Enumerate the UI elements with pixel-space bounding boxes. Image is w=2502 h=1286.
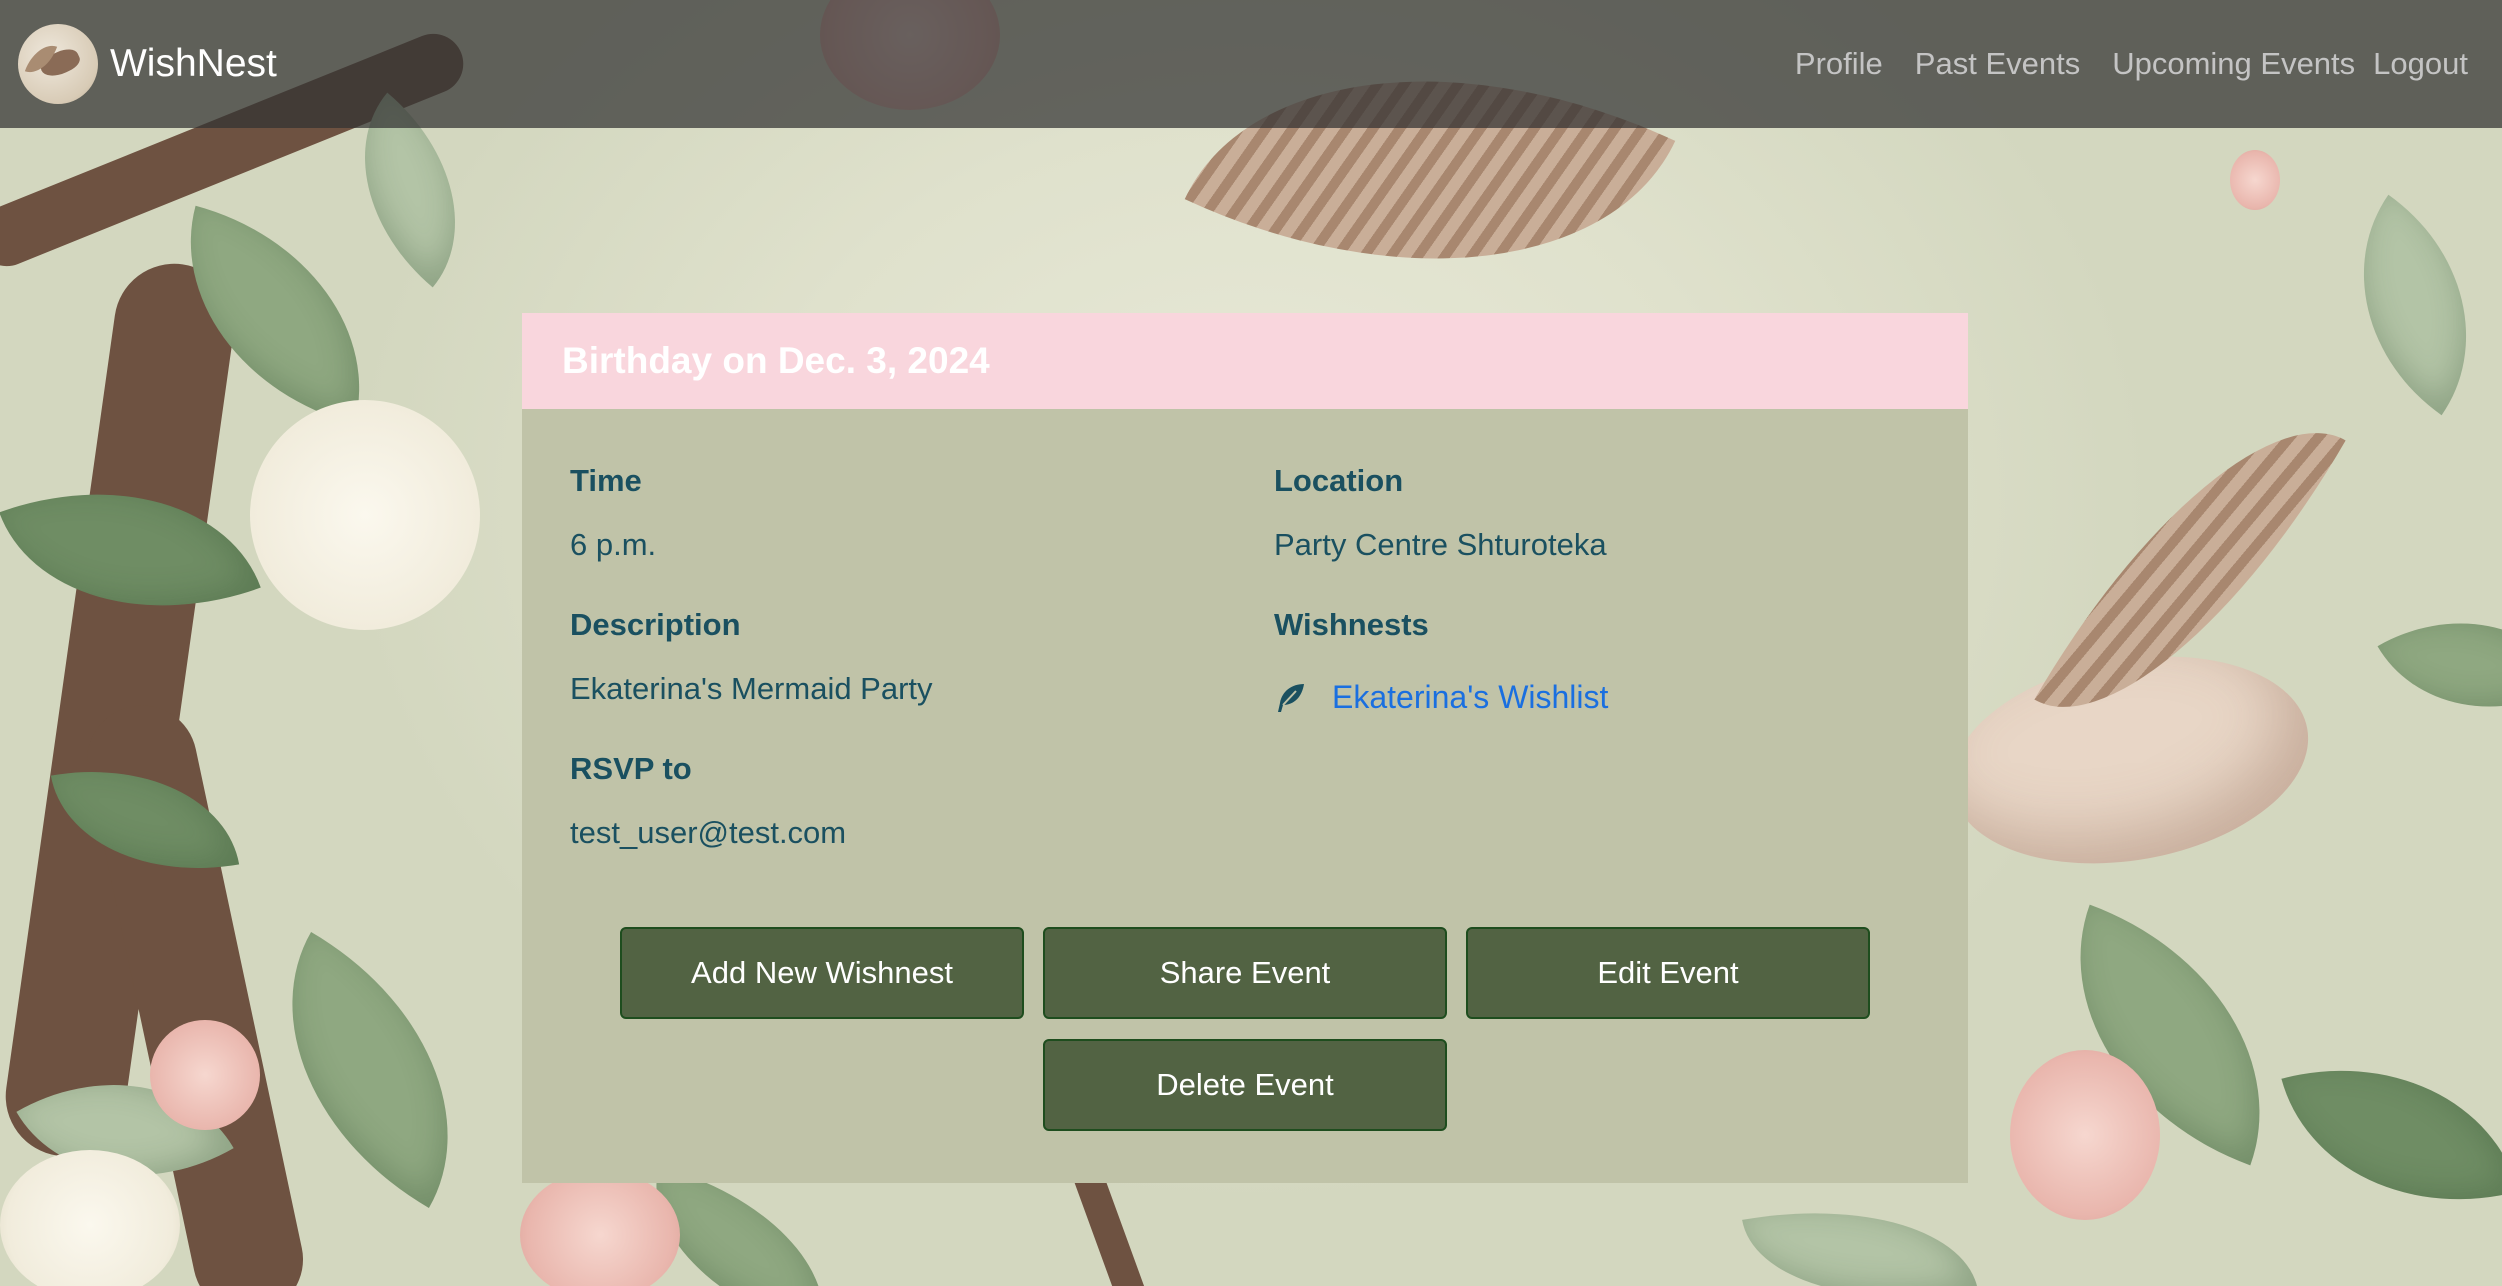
nav-link-past-events[interactable]: Past Events: [1915, 46, 2080, 82]
location-label: Location: [1274, 463, 1404, 498]
feather-icon: [1274, 681, 1308, 715]
wishnest-item: Ekaterina's Wishlist: [1274, 679, 1608, 716]
description-value: Ekaterina's Mermaid Party: [570, 671, 933, 706]
nav-links: Profile Past Events Upcoming Events Logo…: [1795, 46, 2468, 82]
brand-name: WishNest: [110, 42, 277, 85]
nav-link-upcoming-events[interactable]: Upcoming Events: [2112, 46, 2355, 82]
share-event-button[interactable]: Share Event: [1043, 927, 1447, 1019]
edit-event-button[interactable]: Edit Event: [1466, 927, 1870, 1019]
description-label: Description: [570, 607, 741, 642]
location-value: Party Centre Shturoteka: [1274, 527, 1607, 562]
add-wishnest-button[interactable]: Add New Wishnest: [620, 927, 1024, 1019]
delete-event-button[interactable]: Delete Event: [1043, 1039, 1447, 1131]
event-details: Time 6 p.m. Location Party Centre Shturo…: [522, 409, 1968, 1183]
time-value: 6 p.m.: [570, 527, 657, 562]
brand-home-link[interactable]: WishNest: [18, 24, 277, 104]
wishnests-label: Wishnests: [1274, 607, 1429, 642]
nav-link-profile[interactable]: Profile: [1795, 46, 1883, 82]
bird-logo-icon: [18, 24, 98, 104]
rsvp-label: RSVP to: [570, 751, 692, 786]
event-card: Birthday on Dec. 3, 2024 Time 6 p.m. Loc…: [522, 313, 1968, 1183]
nav-link-logout[interactable]: Logout: [2373, 46, 2468, 82]
wishlist-link[interactable]: Ekaterina's Wishlist: [1332, 679, 1608, 716]
rsvp-value: test_user@test.com: [570, 815, 847, 850]
navbar: WishNest Profile Past Events Upcoming Ev…: [0, 0, 2502, 128]
event-title: Birthday on Dec. 3, 2024: [522, 313, 1968, 409]
time-label: Time: [570, 463, 642, 498]
